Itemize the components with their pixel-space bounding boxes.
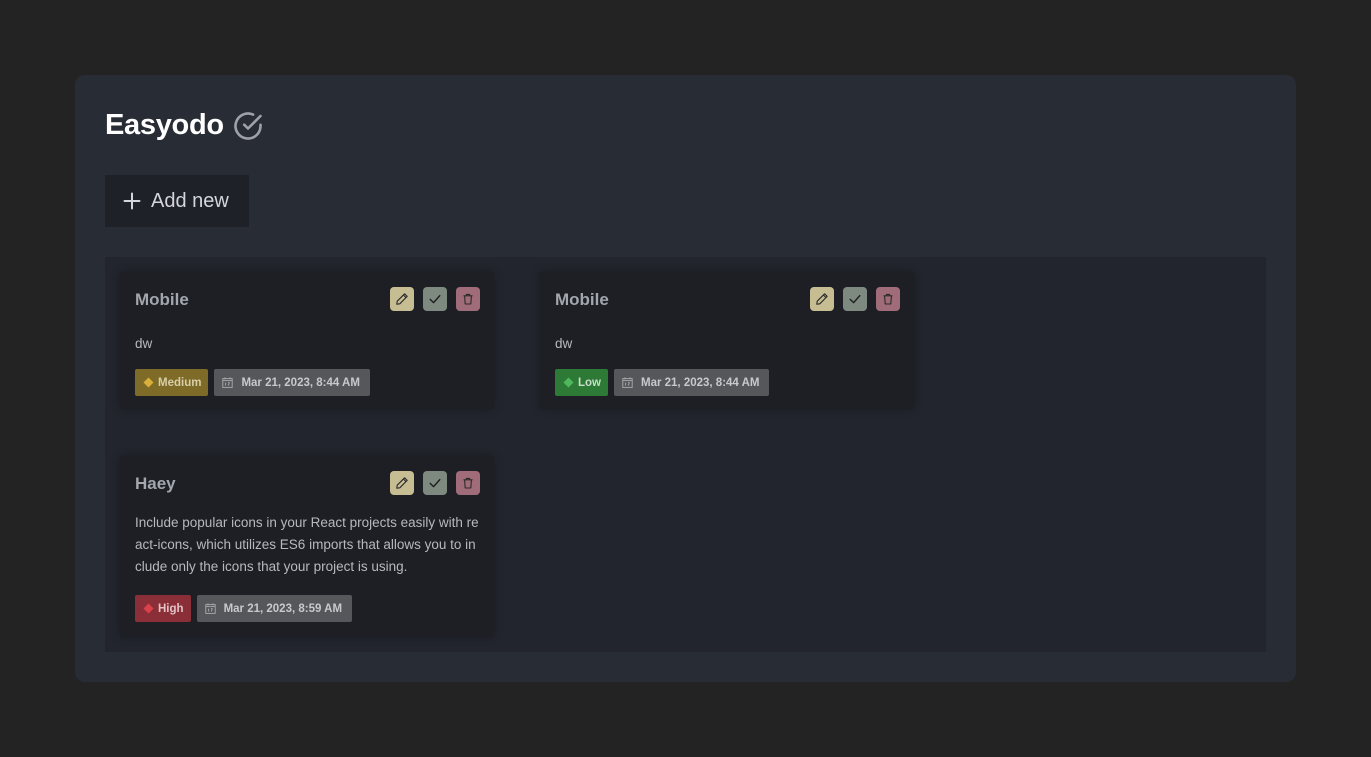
- todo-tags: Low Mar 21, 2023, 8:44 AM: [555, 369, 770, 396]
- check-circle-icon: [232, 110, 264, 142]
- todo-card: Mobile dw: [120, 272, 494, 409]
- complete-button[interactable]: [423, 287, 447, 311]
- priority-label: High: [158, 602, 184, 615]
- header: Easyodo: [105, 109, 264, 142]
- priority-badge: High: [135, 595, 191, 622]
- add-new-button[interactable]: Add new: [105, 175, 249, 227]
- todo-actions: [810, 287, 900, 311]
- check-icon: [428, 292, 442, 306]
- priority-label: Low: [578, 376, 601, 389]
- add-new-label: Add new: [151, 189, 229, 212]
- app-title: Easyodo: [105, 109, 224, 141]
- priority-badge: Low: [555, 369, 608, 396]
- calendar-icon: [204, 603, 216, 614]
- date-label: Mar 21, 2023, 8:44 AM: [241, 376, 360, 389]
- todo-tags: High Mar 21, 2023, 8:59 AM: [135, 595, 353, 622]
- trash-icon: [461, 292, 475, 306]
- todo-description: dw: [555, 336, 573, 351]
- edit-button[interactable]: [390, 287, 414, 311]
- todo-board: Mobile dw Medium Mar 21, 2023, 8:44 AM M…: [105, 257, 1266, 652]
- date-badge: Mar 21, 2023, 8:44 AM: [614, 369, 770, 396]
- todo-card: Mobile dw: [540, 272, 914, 409]
- check-icon: [428, 476, 442, 490]
- app-container: Easyodo Add new Mobile dw Medium Mar 21,…: [75, 75, 1296, 682]
- calendar-icon: [222, 377, 234, 388]
- edit-button[interactable]: [810, 287, 834, 311]
- diamond-icon: [143, 377, 154, 388]
- priority-label: Medium: [158, 376, 202, 389]
- delete-button[interactable]: [456, 287, 480, 311]
- date-label: Mar 21, 2023, 8:44 AM: [641, 376, 760, 389]
- diamond-icon: [143, 603, 154, 614]
- edit-button[interactable]: [390, 471, 414, 495]
- calendar-icon: [622, 377, 633, 388]
- priority-badge: Medium: [135, 369, 209, 396]
- todo-description: dw: [135, 336, 153, 351]
- todo-description: Include popular icons in your React proj…: [135, 515, 479, 574]
- delete-button[interactable]: [456, 471, 480, 495]
- todo-actions: [390, 287, 480, 311]
- pencil-icon: [815, 292, 829, 306]
- todo-card: Haey Include popular icons in your React…: [120, 456, 494, 637]
- todo-tags: Medium Mar 21, 2023, 8:44 AM: [135, 369, 370, 396]
- delete-button[interactable]: [876, 287, 900, 311]
- date-badge: Mar 21, 2023, 8:44 AM: [214, 369, 370, 396]
- date-badge: Mar 21, 2023, 8:59 AM: [196, 595, 353, 622]
- diamond-icon: [563, 377, 574, 388]
- todo-title: Mobile: [135, 290, 189, 309]
- plus-icon: [123, 192, 141, 210]
- todo-title: Mobile: [555, 290, 609, 309]
- date-label: Mar 21, 2023, 8:59 AM: [223, 602, 343, 615]
- complete-button[interactable]: [423, 471, 447, 495]
- complete-button[interactable]: [843, 287, 867, 311]
- pencil-icon: [395, 292, 409, 306]
- trash-icon: [461, 476, 475, 490]
- todo-actions: [390, 471, 480, 495]
- pencil-icon: [395, 476, 409, 490]
- check-icon: [848, 292, 862, 306]
- trash-icon: [881, 292, 895, 306]
- todo-title: Haey: [135, 474, 176, 493]
